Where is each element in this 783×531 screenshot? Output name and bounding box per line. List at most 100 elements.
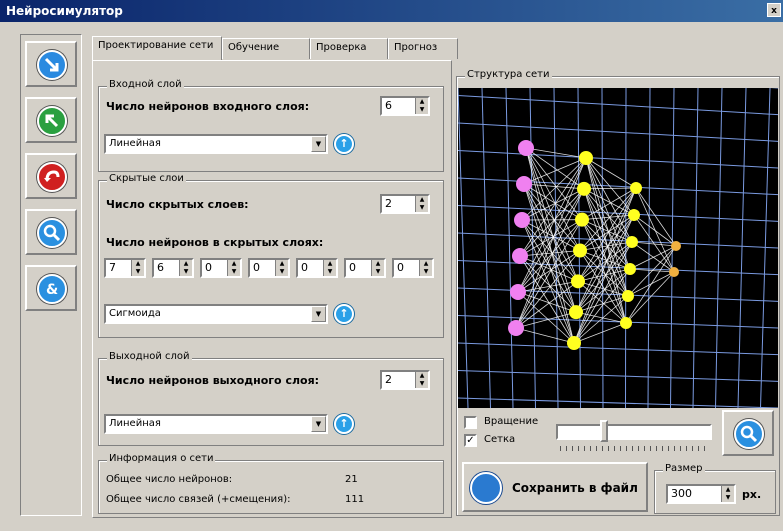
download-button[interactable] [25, 41, 77, 87]
slider-thumb[interactable] [600, 420, 609, 442]
hidden-activation-info-button[interactable]: ↑ [334, 304, 354, 324]
hidden1-neuron [579, 151, 593, 165]
spin-up-icon: ▲ [423, 260, 429, 267]
connection-line [635, 187, 677, 247]
spin-down-icon: ▼ [419, 204, 425, 211]
output-neurons-spinner[interactable]: 2 ▲ ▼ [380, 370, 430, 390]
chevron-down-icon[interactable]: ▼ [311, 136, 326, 152]
hidden2-neuron [626, 236, 638, 248]
grid-line [715, 88, 723, 408]
input-neuron [512, 248, 528, 264]
input-activation-info-button[interactable]: ↑ [334, 134, 354, 154]
spinner-arrows[interactable]: ▲ ▼ [415, 98, 428, 114]
grid-line [692, 88, 699, 408]
size-spinner[interactable]: 300 ▲ ▼ [666, 484, 736, 504]
output-activation-value: Линейная [109, 418, 161, 429]
hidden-neurons-spinner-2[interactable]: 6 ▲ ▼ [152, 258, 194, 278]
input-layer-legend: Входной слой [107, 79, 184, 90]
tab-design[interactable]: Проектирование сети [92, 36, 222, 60]
chevron-down-icon[interactable]: ▼ [311, 306, 326, 322]
spinner-arrows[interactable]: ▲ ▼ [721, 486, 734, 502]
rotation-label: Вращение [484, 416, 539, 427]
spinner-arrows[interactable]: ▲ ▼ [131, 260, 144, 276]
rotation-speed-slider[interactable] [556, 424, 712, 440]
spin-down-icon: ▼ [135, 268, 141, 275]
input-neuron [516, 176, 532, 192]
output-activation-info-button[interactable]: ↑ [334, 414, 354, 434]
spin-down-icon: ▼ [375, 268, 381, 275]
spinner-arrows[interactable]: ▲ ▼ [415, 196, 428, 212]
hidden2-neuron [630, 182, 642, 194]
spin-up-icon: ▲ [419, 372, 425, 379]
spinner-arrows[interactable]: ▲ ▼ [419, 260, 432, 276]
window-control-button[interactable]: x [767, 3, 781, 17]
zoom-button[interactable] [25, 209, 77, 255]
input-activation-value: Линейная [109, 138, 161, 149]
hidden-activation-value: Сигмоида [109, 308, 161, 319]
tab-testing[interactable]: Проверка [310, 38, 388, 59]
network-visualization [458, 88, 778, 408]
hidden-count-label: Число скрытых слоев: [106, 198, 249, 211]
info-icon: ↑ [339, 137, 349, 150]
output-activation-select[interactable]: Линейная ▼ [104, 414, 328, 434]
tab-training[interactable]: Обучение [222, 38, 310, 59]
hidden-count-spinner[interactable]: 2 ▲ ▼ [380, 194, 430, 214]
grid-line [458, 88, 469, 408]
input-neuron [518, 140, 534, 156]
hidden-activation-select[interactable]: Сигмоида ▼ [104, 304, 328, 324]
upload-button[interactable] [25, 97, 77, 143]
grid-line [505, 88, 514, 408]
spinner-arrows[interactable]: ▲ ▼ [227, 260, 240, 276]
input-neuron [508, 320, 524, 336]
spinner-arrows[interactable]: ▲ ▼ [371, 260, 384, 276]
hidden-neurons-spinner-4[interactable]: 0 ▲ ▼ [248, 258, 290, 278]
connection-line [635, 187, 675, 273]
chevron-down-icon[interactable]: ▼ [311, 416, 326, 432]
hidden-count-value: 2 [385, 197, 392, 210]
hidden-neurons-label: Число нейронов в скрытых слоях: [106, 236, 324, 249]
spin-down-icon: ▼ [423, 268, 429, 275]
undo-button[interactable] [25, 153, 77, 199]
total-links-label: Общее число связей (+смещения): [106, 494, 291, 505]
hidden2-neuron [620, 317, 632, 329]
connection-line [523, 183, 577, 313]
input-neurons-spinner[interactable]: 6 ▲ ▼ [380, 96, 430, 116]
network-info-legend: Информация о сети [107, 453, 216, 464]
hidden-layers-legend: Скрытые слои [107, 173, 186, 184]
network-3d-view[interactable] [458, 88, 778, 408]
grid-line [458, 232, 778, 249]
connection-line [519, 250, 581, 257]
output-neuron [671, 241, 681, 251]
hidden-neurons-spinner-1[interactable]: 7 ▲ ▼ [104, 258, 146, 278]
grid-checkbox[interactable]: ✓ [464, 434, 477, 447]
input-activation-select[interactable]: Линейная ▼ [104, 134, 328, 154]
connection-line [633, 214, 675, 273]
hidden2-neuron [624, 263, 636, 275]
spinner-arrows[interactable]: ▲ ▼ [415, 372, 428, 388]
spinner-arrows[interactable]: ▲ ▼ [275, 260, 288, 276]
hidden1-neuron [573, 243, 587, 258]
save-to-file-button[interactable]: Сохранить в файл [462, 462, 648, 512]
hidden-neurons-spinner-5[interactable]: 0 ▲ ▼ [296, 258, 338, 278]
left-toolbar: & [20, 34, 82, 516]
spin-up-icon: ▲ [231, 260, 237, 267]
grid-line [458, 370, 778, 382]
hidden-neurons-spinner-6[interactable]: 0 ▲ ▼ [344, 258, 386, 278]
input-neurons-label: Число нейронов входного слоя: [106, 100, 310, 113]
hidden-neurons-spinner-3[interactable]: 0 ▲ ▼ [200, 258, 242, 278]
output-neuron [669, 267, 679, 277]
spin-up-icon: ▲ [375, 260, 381, 267]
input-neuron [510, 284, 526, 300]
hidden-neurons-spinner-7[interactable]: 0 ▲ ▼ [392, 258, 434, 278]
grid-line [458, 342, 778, 356]
spin-down-icon: ▼ [183, 268, 189, 275]
rotation-checkbox[interactable] [464, 416, 477, 429]
view-zoom-button[interactable] [722, 410, 774, 456]
spinner-arrows[interactable]: ▲ ▼ [323, 260, 336, 276]
link-button[interactable]: & [25, 265, 77, 311]
hidden1-neuron [569, 305, 583, 320]
spinner-arrows[interactable]: ▲ ▼ [179, 260, 192, 276]
hidden-neurons-value: 0 [301, 261, 308, 274]
connection-line [519, 157, 587, 257]
tab-forecast[interactable]: Прогноз [388, 38, 458, 59]
